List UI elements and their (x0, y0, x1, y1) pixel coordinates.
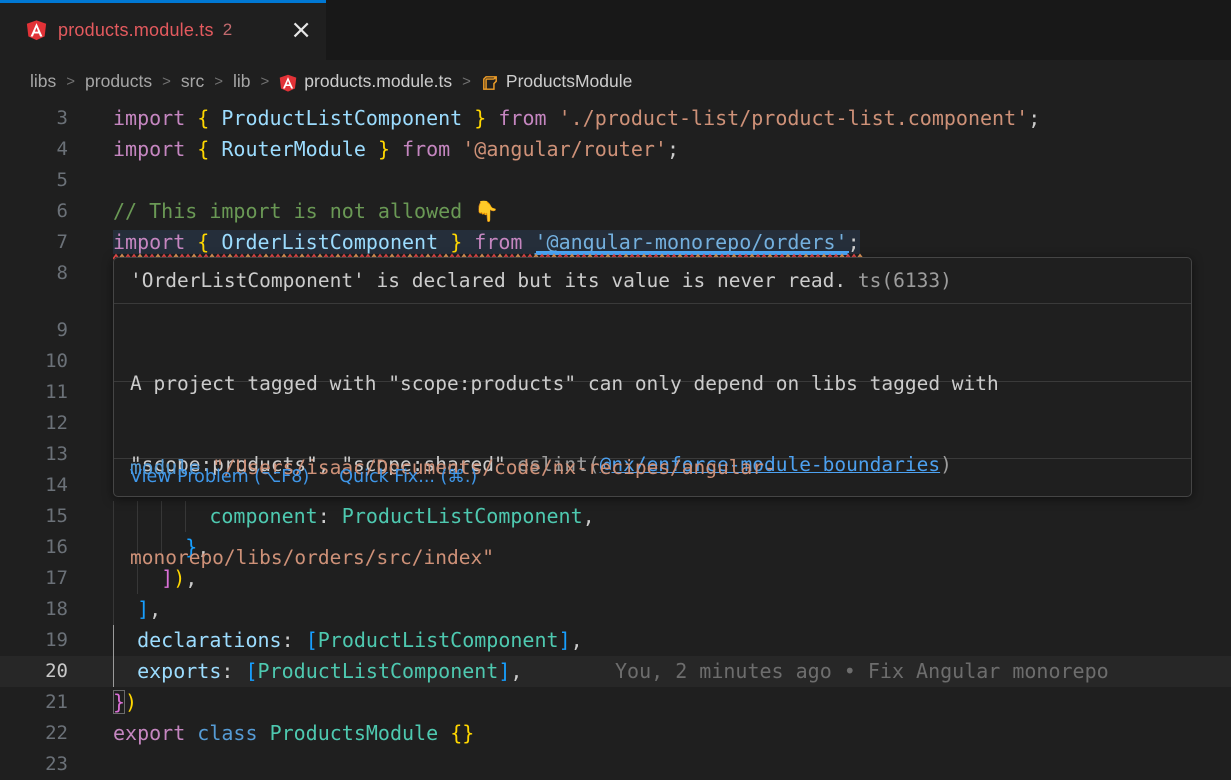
view-problem-link[interactable]: View Problem (⌥F8) (130, 459, 309, 496)
line-number[interactable]: 9 (0, 315, 68, 346)
hover-eslint-message: A project tagged with "scope:products" c… (114, 303, 1191, 381)
editor: 345678 91011121314151617181920212223 impo… (0, 103, 1231, 780)
line-number[interactable]: 12 (0, 408, 68, 439)
line-number[interactable]: 21 (0, 687, 68, 718)
line-number[interactable]: 11 (0, 377, 68, 408)
code-line[interactable]: import { ProductListComponent } from './… (113, 103, 1040, 134)
chevron-right-icon: > (65, 73, 76, 90)
chevron-right-icon: > (461, 73, 472, 90)
line-number[interactable]: 15 (0, 501, 68, 532)
line-number[interactable]: 10 (0, 346, 68, 377)
line-number[interactable]: 13 (0, 439, 68, 470)
tab-title: products.module.ts (58, 20, 214, 41)
code-line[interactable]: export class ProductsModule {} (113, 718, 474, 749)
line-number[interactable]: 6 (0, 196, 68, 227)
line-number[interactable]: 4 (0, 134, 68, 165)
code-line[interactable]: import { RouterModule } from '@angular/r… (113, 134, 679, 165)
breadcrumb-item-lib[interactable]: lib (233, 71, 251, 92)
tab-close-icon[interactable]: × (290, 17, 312, 43)
line-number[interactable]: 7 (0, 227, 68, 258)
chevron-right-icon: > (260, 73, 271, 90)
line-number[interactable]: 20 (0, 656, 68, 687)
chevron-right-icon: > (213, 73, 224, 90)
code-line[interactable]: // This import is not allowed 👇 (113, 196, 499, 227)
breadcrumb-item-products[interactable]: products (85, 71, 152, 92)
blame-annotation: You, 2 minutes ago • Fix Angular monorep… (615, 656, 1109, 687)
breadcrumb-item-src[interactable]: src (181, 71, 204, 92)
symbol-class-icon (481, 74, 499, 92)
line-number[interactable]: 5 (0, 165, 68, 196)
breadcrumb-item-file[interactable]: products.module.ts (304, 71, 452, 92)
ts-message-text: 'OrderListComponent' is declared but its… (130, 269, 846, 292)
line-number[interactable]: 14 (0, 470, 68, 501)
line-number[interactable]: 3 (0, 103, 68, 134)
line-number[interactable]: 18 (0, 594, 68, 625)
active-tab-indicator (0, 0, 326, 3)
breadcrumb-item-symbol[interactable]: ProductsModule (506, 71, 632, 92)
ts-error-code: ts(6133) (846, 269, 952, 292)
code-line[interactable]: exports: [ProductListComponent], (113, 656, 522, 687)
tab-bar: products.module.ts 2 × (0, 0, 1231, 60)
line-number[interactable]: 16 (0, 532, 68, 563)
breadcrumb-item-libs[interactable]: libs (30, 71, 56, 92)
problem-count-badge: 2 (223, 20, 232, 40)
hover-popup: 'OrderListComponent' is declared but its… (113, 257, 1192, 497)
line-number[interactable]: 19 (0, 625, 68, 656)
line-number[interactable]: 22 (0, 718, 68, 749)
module-path-line2: monorepo/libs/orders/src/index" (130, 543, 1175, 573)
line-number[interactable]: 8 (0, 258, 68, 289)
quick-fix-link[interactable]: Quick Fix... (⌘.) (339, 459, 477, 496)
angular-icon (26, 19, 47, 41)
line-number[interactable]: 17 (0, 563, 68, 594)
breadcrumb: libs > products > src > lib > products.m… (0, 60, 1231, 103)
angular-icon (279, 74, 297, 92)
chevron-right-icon: > (161, 73, 172, 90)
tab-products-module[interactable]: products.module.ts 2 × (0, 0, 326, 60)
hover-ts-message: 'OrderListComponent' is declared but its… (114, 258, 1191, 303)
line-number[interactable]: 23 (0, 749, 68, 780)
code-line[interactable]: }) (113, 687, 137, 718)
